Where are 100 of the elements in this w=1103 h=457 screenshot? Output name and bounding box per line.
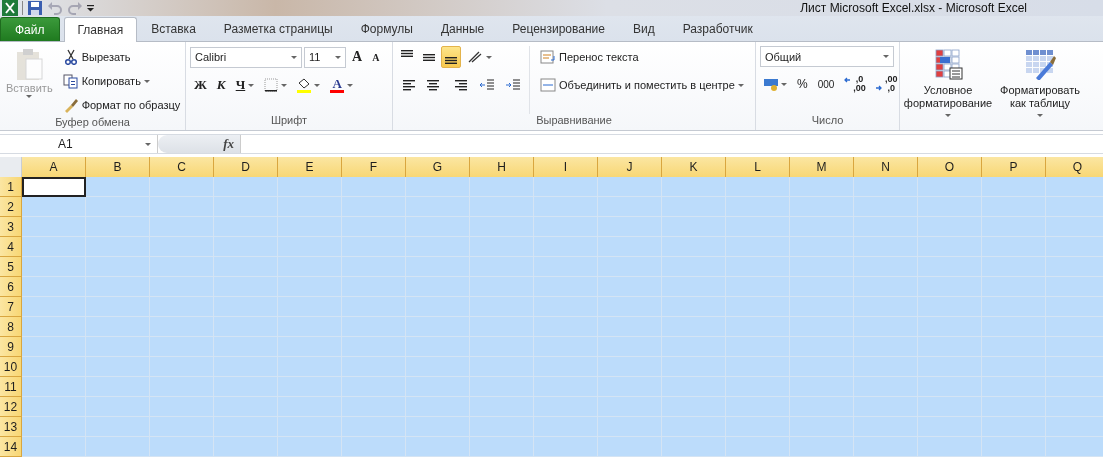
grid-cell[interactable]	[854, 297, 918, 317]
grid-cell[interactable]	[534, 337, 598, 357]
row-header[interactable]: 14	[0, 437, 22, 457]
grid-cell[interactable]	[918, 217, 982, 237]
painter-button[interactable]: Формат по образцу	[58, 94, 185, 117]
grid-cell[interactable]	[278, 437, 342, 457]
grid-cell[interactable]	[726, 197, 790, 217]
grid-cell[interactable]	[278, 317, 342, 337]
ribbon-tab[interactable]: Вид	[618, 16, 669, 42]
grid-cell[interactable]	[86, 377, 150, 397]
grid-cell[interactable]	[406, 297, 470, 317]
grid-cell[interactable]	[150, 177, 214, 197]
grid-cell[interactable]	[214, 177, 278, 197]
grid-cell[interactable]	[918, 237, 982, 257]
grid-cell[interactable]	[662, 337, 726, 357]
grid-cell[interactable]	[662, 317, 726, 337]
grid-cell[interactable]	[86, 197, 150, 217]
grid-cell[interactable]	[214, 277, 278, 297]
grid-cell[interactable]	[854, 377, 918, 397]
grid-cell[interactable]	[982, 337, 1046, 357]
bold-button[interactable]: Ж	[190, 74, 211, 97]
ribbon-tab[interactable]: Вставка	[137, 16, 210, 42]
grid-cell[interactable]	[406, 417, 470, 437]
grid-cell[interactable]	[406, 337, 470, 357]
grid-cell[interactable]	[470, 297, 534, 317]
grid-cell[interactable]	[470, 217, 534, 237]
grid-cell[interactable]	[1046, 357, 1103, 377]
grid-cell[interactable]	[982, 357, 1046, 377]
grid-cell[interactable]	[726, 277, 790, 297]
grid-cell[interactable]	[598, 277, 662, 297]
grid-cell[interactable]	[982, 397, 1046, 417]
grid-cell[interactable]	[1046, 297, 1103, 317]
grid-cell[interactable]	[918, 437, 982, 457]
grid-cell[interactable]	[534, 177, 598, 197]
grid-cell[interactable]	[150, 217, 214, 237]
thousands-button[interactable]: 000	[813, 73, 839, 96]
grid-cell[interactable]	[86, 317, 150, 337]
grid-cell[interactable]	[406, 437, 470, 457]
grid-cell[interactable]	[470, 377, 534, 397]
grid-cell[interactable]	[86, 257, 150, 277]
grid-cell[interactable]	[22, 317, 86, 337]
grid-cell[interactable]	[150, 237, 214, 257]
grid-cell[interactable]	[86, 277, 150, 297]
grid-cell[interactable]	[790, 257, 854, 277]
increase-decimal-button[interactable]: ,0 ,00	[840, 73, 870, 96]
grid-cell[interactable]	[598, 197, 662, 217]
row-header[interactable]: 1	[0, 177, 22, 197]
grid-cell[interactable]	[726, 317, 790, 337]
grid-cell[interactable]	[470, 197, 534, 217]
grid-cell[interactable]	[342, 317, 406, 337]
conditional-format-button[interactable]: Условное форматирование	[904, 46, 992, 131]
decrease-decimal-button[interactable]: ,00 ,0	[871, 73, 902, 96]
grid-cell[interactable]	[790, 217, 854, 237]
grid-cell[interactable]	[854, 257, 918, 277]
grid-cell[interactable]	[918, 257, 982, 277]
grid-cell[interactable]	[342, 357, 406, 377]
grid-cell[interactable]	[278, 417, 342, 437]
grid-cell[interactable]	[918, 277, 982, 297]
column-header[interactable]: E	[278, 157, 342, 178]
grid-cell[interactable]	[790, 277, 854, 297]
grid-cell[interactable]	[662, 197, 726, 217]
grid-cell[interactable]	[470, 397, 534, 417]
ribbon-tab[interactable]: Разработчик	[668, 16, 767, 42]
grid-cell[interactable]	[214, 217, 278, 237]
grid-cell[interactable]	[726, 397, 790, 417]
grid-cell[interactable]	[790, 417, 854, 437]
font-name-field[interactable]: Calibri	[190, 46, 302, 68]
grid-cell[interactable]	[470, 237, 534, 257]
grid-cell[interactable]	[982, 317, 1046, 337]
grid-cell[interactable]	[406, 397, 470, 417]
column-header[interactable]: A	[22, 157, 86, 178]
column-header[interactable]: I	[534, 157, 598, 178]
grid-cell[interactable]	[534, 277, 598, 297]
row-header[interactable]: 12	[0, 397, 22, 417]
grid-cell[interactable]	[406, 237, 470, 257]
grid-cell[interactable]	[278, 257, 342, 277]
grid-cell[interactable]	[278, 397, 342, 417]
italic-button[interactable]: К	[212, 74, 230, 97]
grid-cell[interactable]	[150, 297, 214, 317]
grid-cell[interactable]	[278, 177, 342, 197]
grid-cell[interactable]	[1046, 237, 1103, 257]
grid-cell[interactable]	[918, 297, 982, 317]
grid-cell[interactable]	[1046, 217, 1103, 237]
row-header[interactable]: 5	[0, 257, 22, 277]
grid-cell[interactable]	[854, 237, 918, 257]
grid-cell[interactable]	[790, 377, 854, 397]
grid-cell[interactable]	[598, 417, 662, 437]
grid-cell[interactable]	[1046, 257, 1103, 277]
grid-cell[interactable]	[982, 417, 1046, 437]
grid-cell[interactable]	[342, 437, 406, 457]
grid-cell[interactable]	[150, 337, 214, 357]
grid-cell[interactable]	[726, 217, 790, 237]
grid-cell[interactable]	[342, 377, 406, 397]
grid-cell[interactable]	[470, 257, 534, 277]
grid-cell[interactable]	[598, 317, 662, 337]
grid-cell[interactable]	[854, 317, 918, 337]
ribbon-tab[interactable]: Главная	[63, 17, 138, 43]
column-header[interactable]: K	[662, 157, 726, 178]
grid-cell[interactable]	[406, 217, 470, 237]
column-header[interactable]: M	[790, 157, 854, 178]
